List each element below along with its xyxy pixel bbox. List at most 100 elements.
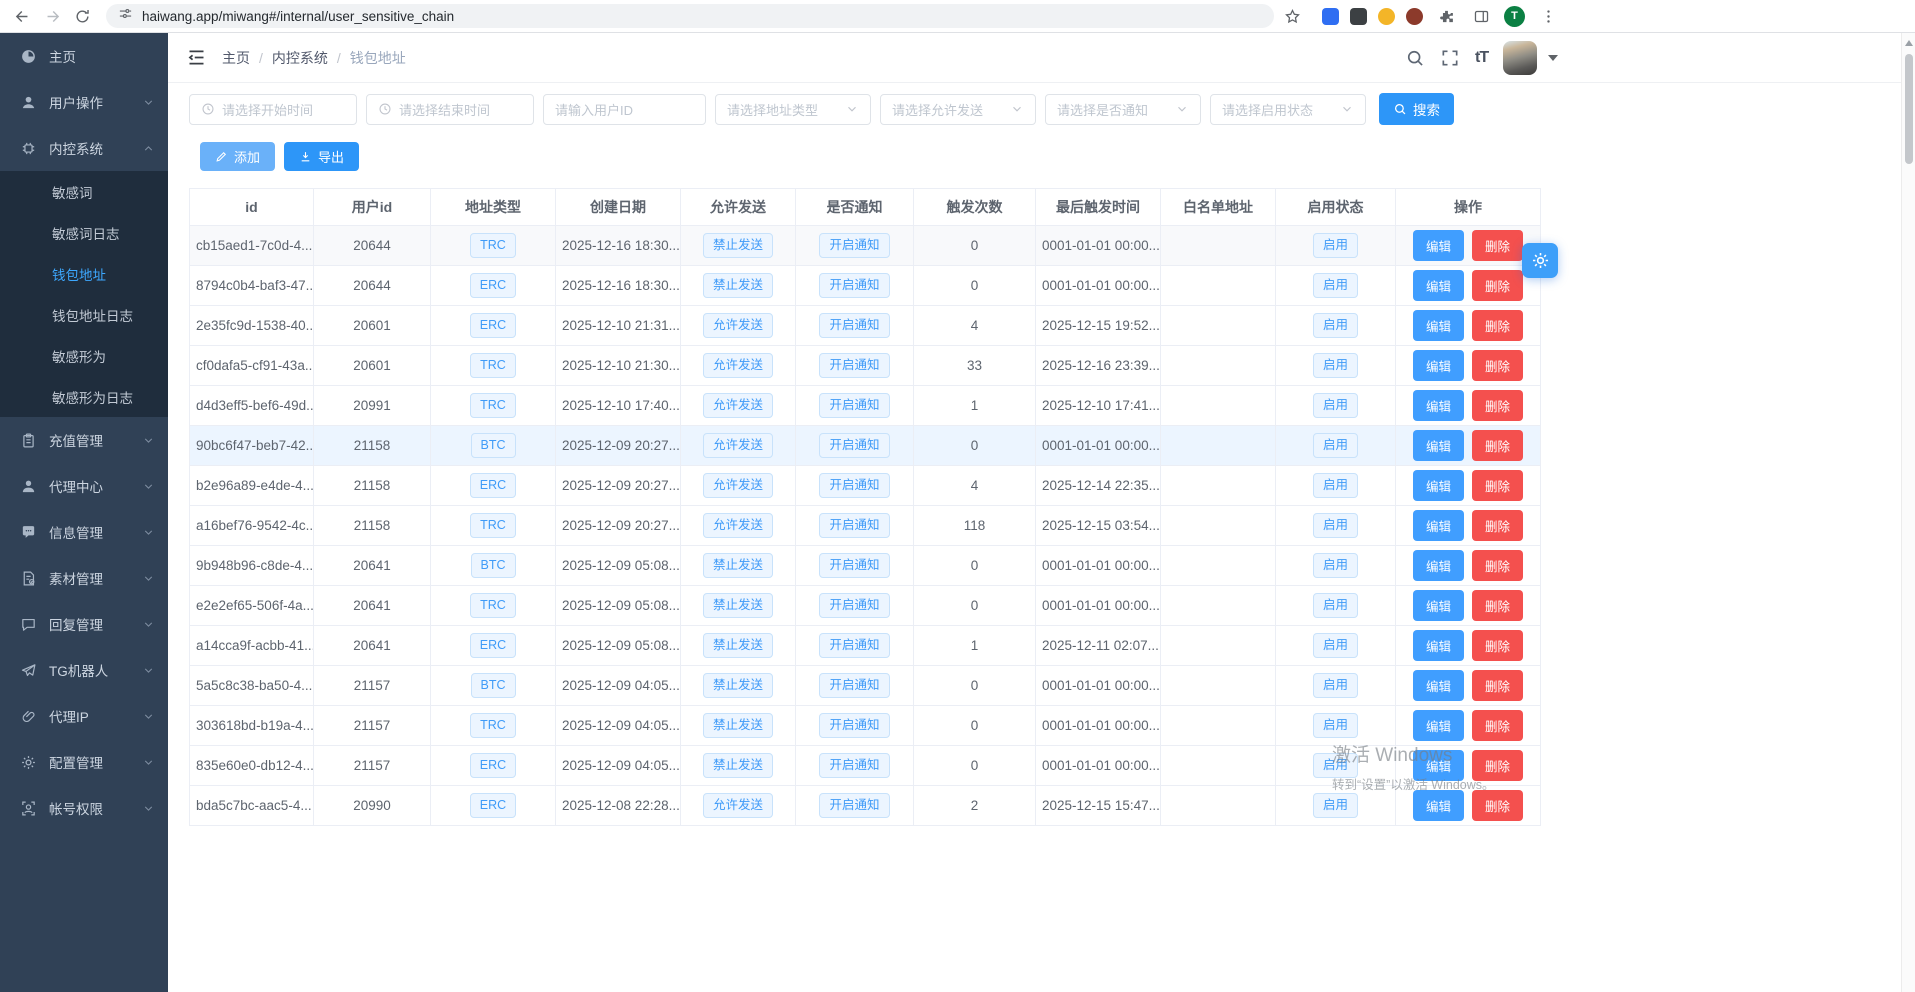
browser-forward-icon[interactable] — [40, 4, 64, 28]
sidebar-item-代理中心[interactable]: 代理中心 — [0, 463, 168, 509]
edit-button[interactable]: 编辑 — [1413, 790, 1464, 821]
delete-button[interactable]: 删除 — [1472, 790, 1523, 821]
delete-button[interactable]: 删除 — [1472, 590, 1523, 621]
table-row: a14cca9f-acbb-41...20641ERC2025-12-09 05… — [190, 626, 1541, 666]
fullscreen-icon[interactable] — [1440, 48, 1460, 68]
sidebar-subitem-敏感形为[interactable]: 敏感形为 — [0, 335, 168, 376]
sidebar-item-信息管理[interactable]: 信息管理 — [0, 509, 168, 555]
edit-button[interactable]: 编辑 — [1413, 270, 1464, 301]
sidebar-subitem-敏感词[interactable]: 敏感词 — [0, 171, 168, 212]
cell-whitelist — [1161, 426, 1276, 466]
search-button[interactable]: 搜索 — [1379, 93, 1454, 125]
sidebar-item-用户操作[interactable]: 用户操作 — [0, 79, 168, 125]
edit-button[interactable]: 编辑 — [1413, 510, 1464, 541]
delete-button[interactable]: 删除 — [1472, 630, 1523, 661]
enable-status-tag: 启用 — [1313, 713, 1358, 737]
sidebar-item-主页[interactable]: 主页 — [0, 33, 168, 79]
text-size-icon[interactable]: tT — [1475, 49, 1488, 67]
edit-button[interactable]: 编辑 — [1413, 350, 1464, 381]
edit-button[interactable]: 编辑 — [1413, 750, 1464, 781]
delete-button[interactable]: 删除 — [1472, 350, 1523, 381]
side-panel-icon[interactable] — [1469, 4, 1493, 28]
extensions-puzzle-icon[interactable] — [1434, 4, 1458, 28]
cell-created: 2025-12-09 05:08... — [556, 546, 681, 586]
column-header-启用状态: 启用状态 — [1276, 189, 1396, 226]
browser-profile-avatar[interactable]: T — [1504, 6, 1525, 27]
sidebar-item-TG机器人[interactable]: TG机器人 — [0, 647, 168, 693]
extension-icon-red[interactable] — [1406, 8, 1423, 25]
enable-status-select[interactable]: 请选择启用状态 — [1210, 94, 1366, 125]
edit-button[interactable]: 编辑 — [1413, 470, 1464, 501]
cell-notify: 开启通知 — [796, 266, 914, 306]
edit-button[interactable]: 编辑 — [1413, 550, 1464, 581]
export-button[interactable]: 导出 — [284, 142, 359, 171]
enable-status-placeholder: 请选择启用状态 — [1222, 100, 1333, 119]
edit-button[interactable]: 编辑 — [1413, 670, 1464, 701]
address-bar[interactable]: haiwang.app/miwang#/internal/user_sensit… — [106, 4, 1274, 28]
sidebar-item-label: 回复管理 — [49, 614, 130, 634]
start-time-input[interactable]: 请选择开始时间 — [189, 94, 357, 125]
scrollbar-up-arrow[interactable] — [1905, 40, 1913, 46]
delete-button[interactable]: 删除 — [1472, 310, 1523, 341]
sidebar-item-帐号权限[interactable]: 帐号权限 — [0, 785, 168, 831]
add-button[interactable]: 添加 — [200, 142, 275, 171]
breadcrumb-section[interactable]: 内控系统 — [272, 48, 328, 68]
delete-button[interactable]: 删除 — [1472, 670, 1523, 701]
edit-button[interactable]: 编辑 — [1413, 430, 1464, 461]
sidebar-subitem-钱包地址[interactable]: 钱包地址 — [0, 253, 168, 294]
delete-button[interactable]: 删除 — [1472, 510, 1523, 541]
allow-send-select[interactable]: 请选择允许发送 — [880, 94, 1036, 125]
sidebar: 主页用户操作内控系统敏感词敏感词日志钱包地址钱包地址日志敏感形为敏感形为日志充值… — [0, 33, 168, 992]
browser-reload-icon[interactable] — [70, 4, 94, 28]
cell-address-type: BTC — [431, 426, 556, 466]
scrollbar-thumb[interactable] — [1905, 54, 1913, 164]
cell-actions: 编辑删除 — [1396, 786, 1541, 826]
delete-button[interactable]: 删除 — [1472, 710, 1523, 741]
edit-button[interactable]: 编辑 — [1413, 710, 1464, 741]
column-header-最后触发时间: 最后触发时间 — [1036, 189, 1161, 226]
extension-icon-blue[interactable] — [1322, 8, 1339, 25]
delete-button[interactable]: 删除 — [1472, 390, 1523, 421]
delete-button[interactable]: 删除 — [1472, 550, 1523, 581]
extension-icon-dark[interactable] — [1350, 8, 1367, 25]
user-avatar[interactable] — [1503, 41, 1537, 75]
sidebar-item-代理IP[interactable]: 代理IP — [0, 693, 168, 739]
notify-select[interactable]: 请选择是否通知 — [1045, 94, 1201, 125]
sidebar-subitem-敏感形为日志[interactable]: 敏感形为日志 — [0, 376, 168, 417]
browser-menu-icon[interactable] — [1536, 4, 1560, 28]
edit-button[interactable]: 编辑 — [1413, 230, 1464, 261]
browser-back-icon[interactable] — [10, 4, 34, 28]
sidebar-item-回复管理[interactable]: 回复管理 — [0, 601, 168, 647]
delete-button[interactable]: 删除 — [1472, 230, 1523, 261]
sidebar-item-配置管理[interactable]: 配置管理 — [0, 739, 168, 785]
sidebar-subitem-敏感词日志[interactable]: 敏感词日志 — [0, 212, 168, 253]
cell-notify: 开启通知 — [796, 426, 914, 466]
address-type-select[interactable]: 请选择地址类型 — [715, 94, 871, 125]
site-settings-icon[interactable] — [118, 6, 133, 26]
search-icon[interactable] — [1405, 48, 1425, 68]
end-time-input[interactable]: 请选择结束时间 — [366, 94, 534, 125]
edit-button[interactable]: 编辑 — [1413, 390, 1464, 421]
cell-last-trigger: 0001-01-01 00:00... — [1036, 586, 1161, 626]
sidebar-item-内控系统[interactable]: 内控系统 — [0, 125, 168, 171]
delete-button[interactable]: 删除 — [1472, 750, 1523, 781]
extension-icon-yellow[interactable] — [1378, 8, 1395, 25]
edit-button[interactable]: 编辑 — [1413, 590, 1464, 621]
delete-button[interactable]: 删除 — [1472, 270, 1523, 301]
address-type-tag: BTC — [471, 553, 516, 577]
breadcrumb-home[interactable]: 主页 — [222, 48, 250, 68]
delete-button[interactable]: 删除 — [1472, 430, 1523, 461]
settings-gear-button[interactable] — [1522, 243, 1558, 278]
cell-allow-send: 禁止发送 — [681, 706, 796, 746]
user-id-input[interactable]: 请输入用户ID — [543, 94, 706, 125]
sidebar-item-素材管理[interactable]: 素材管理 — [0, 555, 168, 601]
avatar-caret-icon[interactable] — [1548, 55, 1558, 61]
sidebar-item-充值管理[interactable]: 充值管理 — [0, 417, 168, 463]
edit-button[interactable]: 编辑 — [1413, 630, 1464, 661]
sidebar-subitem-钱包地址日志[interactable]: 钱包地址日志 — [0, 294, 168, 335]
edit-button[interactable]: 编辑 — [1413, 310, 1464, 341]
bookmark-star-icon[interactable] — [1280, 4, 1304, 28]
collapse-sidebar-icon[interactable] — [186, 47, 207, 68]
delete-button[interactable]: 删除 — [1472, 470, 1523, 501]
page-scrollbar[interactable] — [1901, 33, 1915, 992]
